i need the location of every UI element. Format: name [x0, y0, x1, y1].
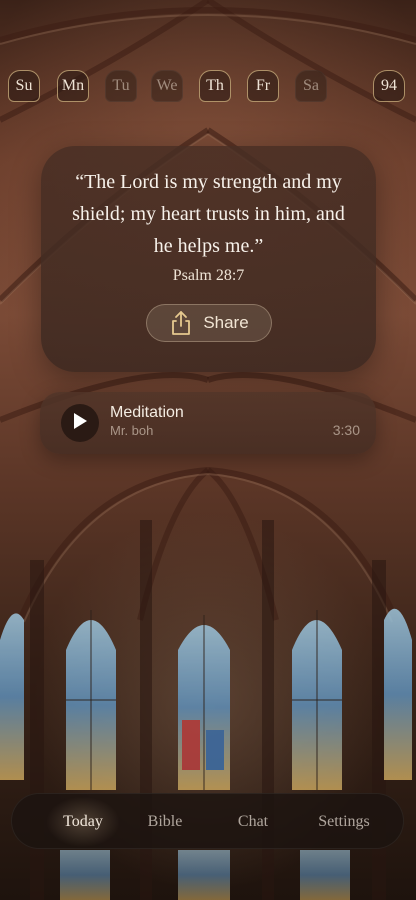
day-pill-monday[interactable]: Mn [57, 70, 89, 102]
day-pill-thursday[interactable]: Th [199, 70, 231, 102]
weekday-tracker: Su Mn Tu We Th Fr Sa 94 [8, 70, 408, 102]
streak-counter[interactable]: 94 [373, 70, 405, 102]
audio-player-card[interactable]: Meditation Mr. boh 3:30 [40, 392, 376, 454]
tab-settings[interactable]: Settings [292, 794, 396, 850]
audio-duration: 3:30 [332, 422, 360, 438]
day-pill-tuesday[interactable]: Tu [105, 70, 137, 102]
day-pill-saturday[interactable]: Sa [295, 70, 327, 102]
play-icon [72, 412, 88, 435]
verse-card: “The Lord is my strength and my shield; … [41, 146, 376, 372]
day-pill-sunday[interactable]: Su [8, 70, 40, 102]
verse-text: “The Lord is my strength and my shield; … [72, 171, 345, 257]
bottom-tab-bar: Today Bible Chat Settings [11, 793, 404, 850]
audio-title: Meditation [110, 404, 184, 421]
tab-today[interactable]: Today [34, 794, 132, 850]
day-pill-wednesday[interactable]: We [151, 70, 183, 102]
audio-artist: Mr. boh [110, 423, 154, 438]
share-button[interactable]: Share [146, 304, 272, 342]
play-button[interactable] [61, 404, 99, 442]
share-label: Share [203, 313, 249, 332]
tab-chat[interactable]: Chat [210, 794, 296, 850]
day-pill-friday[interactable]: Fr [247, 70, 279, 102]
verse-reference: Psalm 28:7 [172, 267, 245, 284]
tab-bible[interactable]: Bible [122, 794, 208, 850]
share-icon [169, 310, 193, 336]
